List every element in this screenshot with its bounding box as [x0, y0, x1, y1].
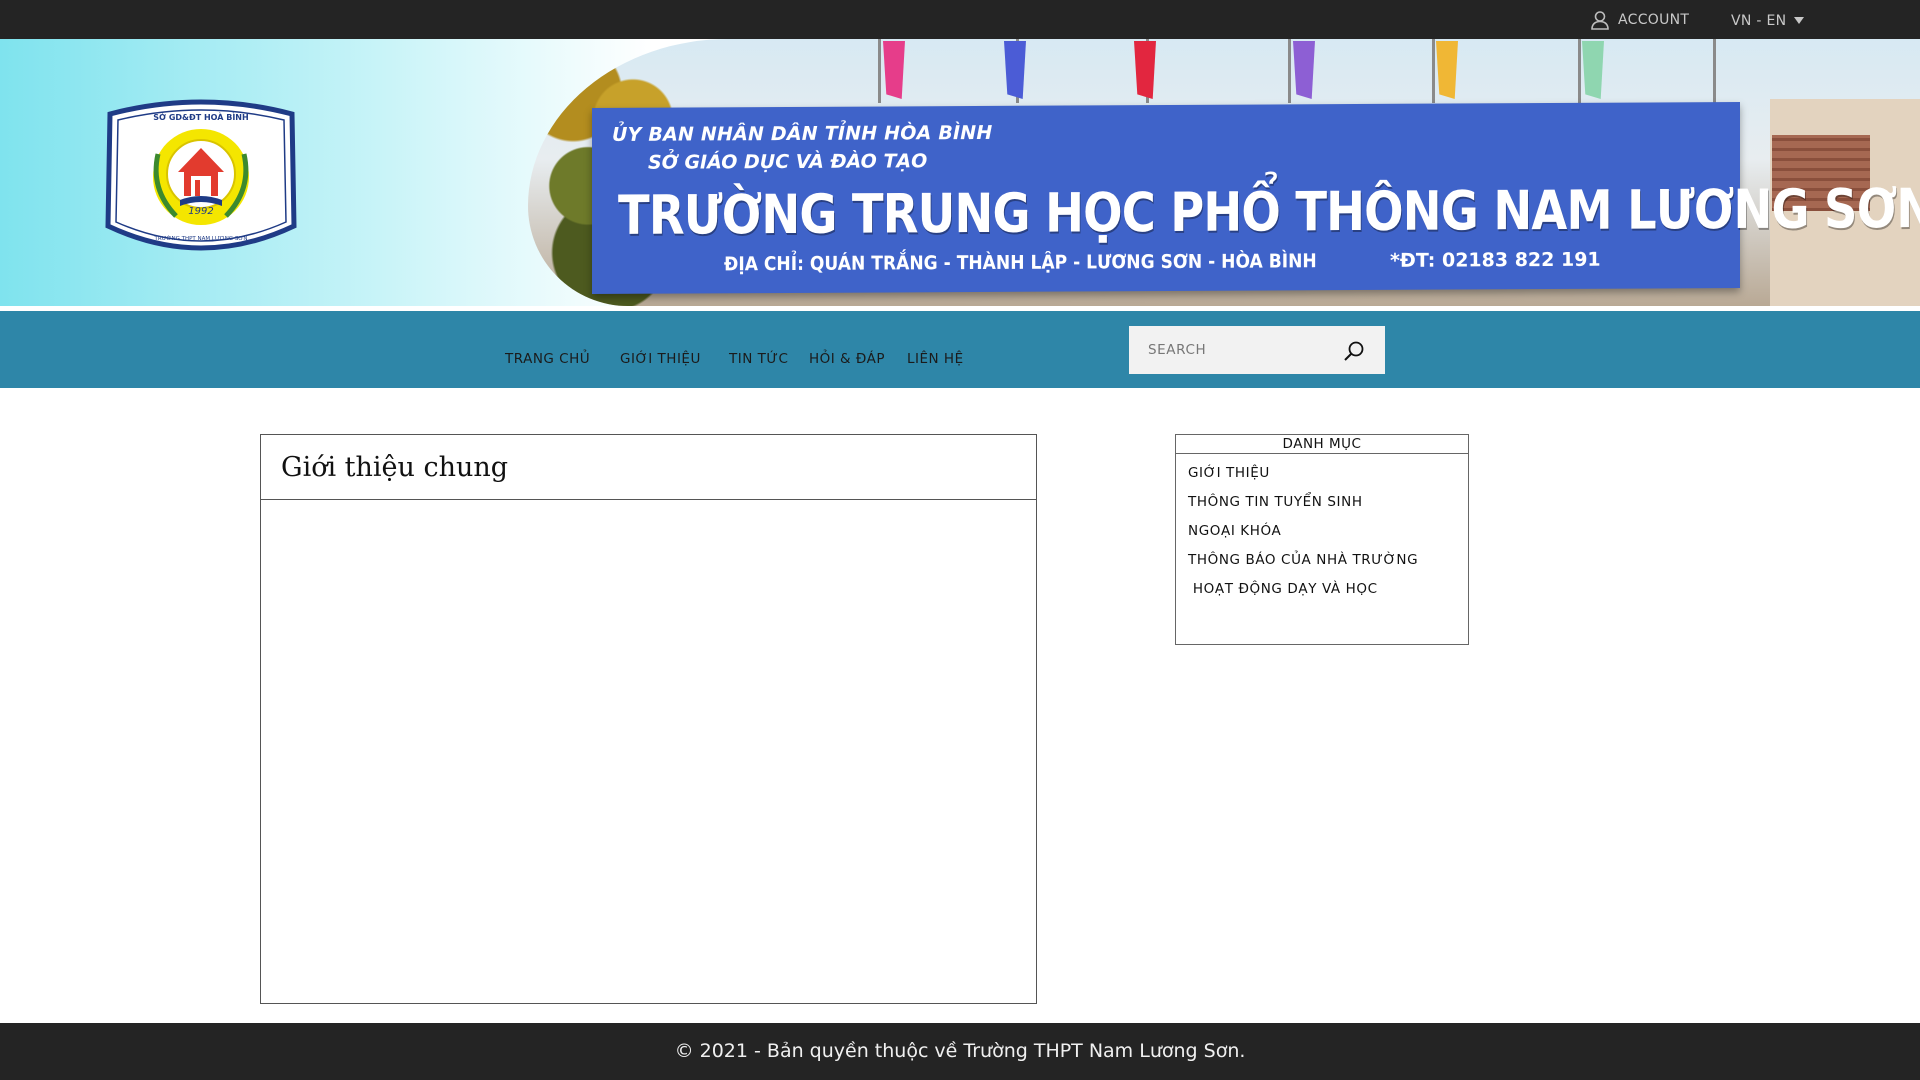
intro-card: Giới thiệu chung: [260, 434, 1037, 1004]
search-icon[interactable]: [1341, 338, 1367, 364]
page-title: Giới thiệu chung: [281, 452, 509, 483]
header-banner: SỞ GD&ĐT HOÀ BÌNH 1992 TRƯỜNG THPT NAM L…: [0, 39, 1920, 306]
nav-item-tin-tuc[interactable]: TIN TỨC: [729, 351, 809, 367]
sidebar-item-ngoai-khoa[interactable]: NGOẠI KHÓA: [1188, 523, 1418, 552]
caret-down-icon: [1794, 17, 1805, 24]
footer: © 2021 - Bản quyền thuộc về Trường THPT …: [0, 1023, 1920, 1080]
main-navigation: TRANG CHỦ GIỚI THIỆU TIN TỨC HỎI & ĐÁP L…: [0, 311, 1920, 388]
nav-menu: TRANG CHỦ GIỚI THIỆU TIN TỨC HỎI & ĐÁP L…: [505, 351, 977, 367]
sidebar-item-thong-bao[interactable]: THÔNG BÁO CỦA NHÀ TRƯỜNG: [1188, 552, 1418, 581]
sidebar-item-gioi-thieu[interactable]: GIỚI THIỆU: [1188, 465, 1418, 494]
category-sidebar: DANH MỤC GIỚI THIỆU THÔNG TIN TUYỂN SINH…: [1175, 434, 1469, 645]
search-box: [1129, 326, 1385, 374]
account-link[interactable]: ACCOUNT: [1590, 9, 1689, 31]
nav-item-hoi-dap[interactable]: HỎI & ĐÁP: [809, 351, 907, 367]
sign-address: ĐỊA CHỈ: QUÁN TRẮNG - THÀNH LẬP - LƯƠNG …: [724, 250, 1317, 276]
copyright-text: © 2021 - Bản quyền thuộc về Trường THPT …: [674, 1040, 1246, 1062]
logo-bottom-text: TRƯỜNG THPT NAM LƯƠNG SƠN: [154, 235, 248, 242]
nav-item-gioi-thieu[interactable]: GIỚI THIỆU: [620, 351, 729, 367]
sign-school-name: TRƯỜNG TRUNG HỌC PHỔ THÔNG NAM LƯƠNG SƠN: [618, 176, 1920, 247]
sign-phone: *ĐT: 02183 822 191: [1390, 248, 1601, 272]
language-label: VN - EN: [1731, 13, 1787, 29]
school-gate-photo: ỦY BAN NHÂN DÂN TỈNH HÒA BÌNH SỞ GIÁO DỤ…: [528, 39, 1920, 306]
nav-item-lien-he[interactable]: LIÊN HỆ: [907, 351, 977, 367]
language-switcher[interactable]: VN - EN: [1731, 10, 1805, 32]
school-logo[interactable]: SỞ GD&ĐT HOÀ BÌNH 1992 TRƯỜNG THPT NAM L…: [98, 94, 304, 262]
school-sign: ỦY BAN NHÂN DÂN TỈNH HÒA BÌNH SỞ GIÁO DỤ…: [592, 101, 1920, 295]
sign-line-1: ỦY BAN NHÂN DÂN TỈNH HÒA BÌNH: [612, 121, 993, 146]
account-label: ACCOUNT: [1618, 12, 1690, 28]
intro-card-header: Giới thiệu chung: [261, 435, 1036, 500]
sidebar-list: GIỚI THIỆU THÔNG TIN TUYỂN SINH NGOẠI KH…: [1188, 465, 1418, 610]
sign-line-2: SỞ GIÁO DỤC VÀ ĐÀO TẠO: [648, 150, 928, 174]
nav-item-trang-chu[interactable]: TRANG CHỦ: [505, 351, 620, 367]
logo-year: 1992: [188, 206, 213, 217]
user-icon: [1591, 11, 1609, 30]
search-input[interactable]: [1129, 326, 1338, 374]
sidebar-title: DANH MỤC: [1176, 435, 1468, 454]
top-bar: ACCOUNT VN - EN: [0, 0, 1920, 39]
sidebar-item-thong-tin-tuyen-sinh[interactable]: THÔNG TIN TUYỂN SINH: [1188, 494, 1418, 523]
sidebar-item-hoat-dong-day-va-hoc[interactable]: HOẠT ĐỘNG DẠY VÀ HỌC: [1188, 581, 1418, 610]
